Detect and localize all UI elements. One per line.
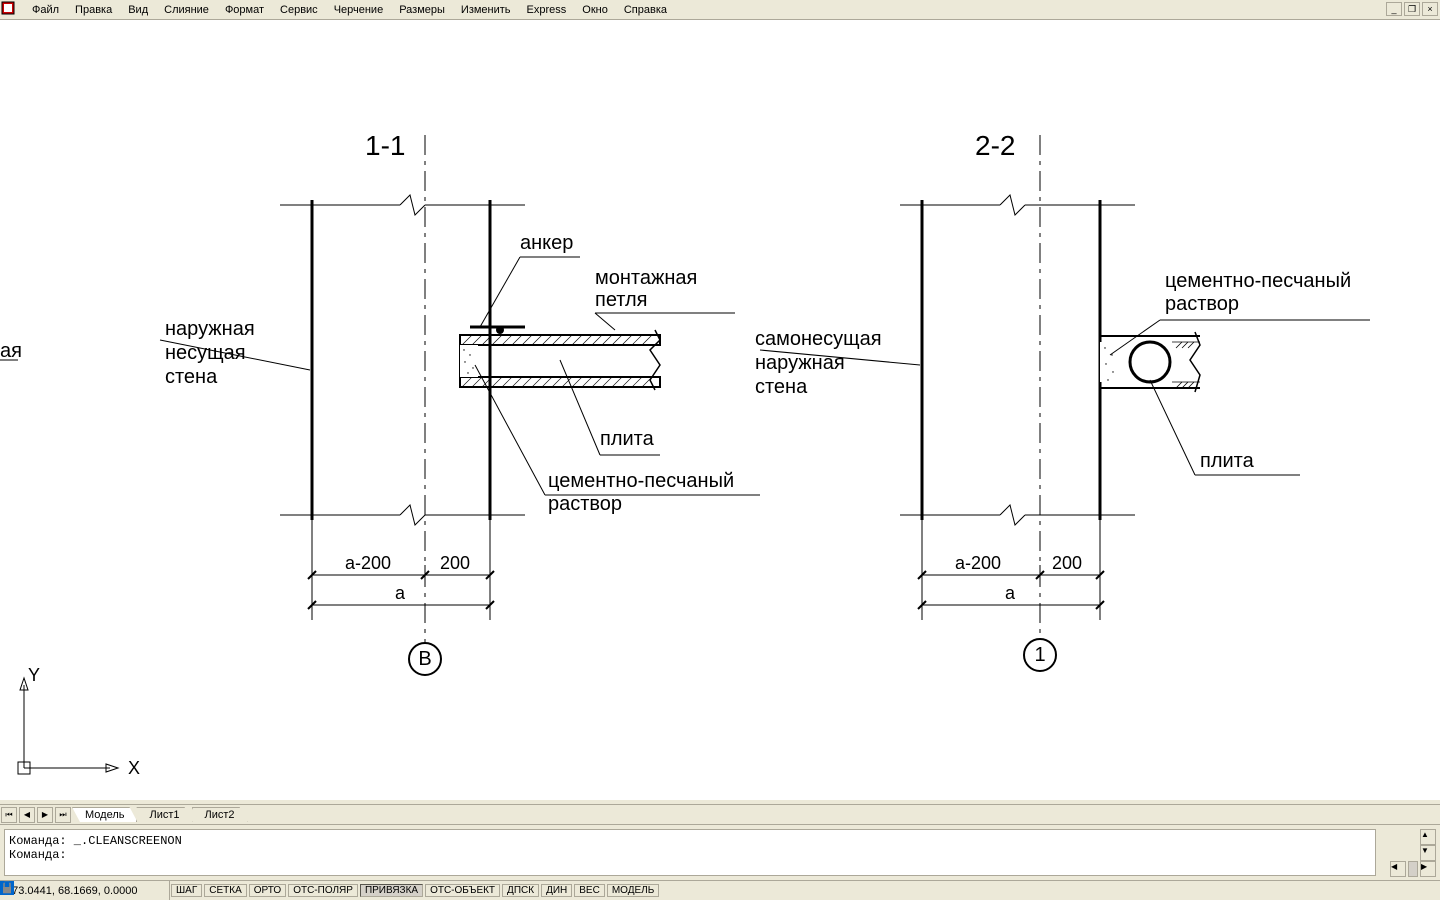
status-ducs[interactable]: ДПСК xyxy=(502,884,539,897)
tab-nav-next[interactable]: ▶ xyxy=(37,807,53,823)
cmd-scroll-up[interactable]: ▲ xyxy=(1420,829,1436,845)
axis-bubble-1: 1 xyxy=(1023,638,1057,672)
label-anchor: анкер xyxy=(520,232,573,255)
status-model[interactable]: МОДЕЛЬ xyxy=(607,884,659,897)
menu-modify[interactable]: Изменить xyxy=(453,2,519,18)
tray-icon-2[interactable] xyxy=(1368,884,1382,898)
status-lwt[interactable]: ВЕС xyxy=(574,884,605,897)
dim-1-total: a xyxy=(395,583,405,604)
tab-nav-prev[interactable]: ◀ xyxy=(19,807,35,823)
tab-layout2[interactable]: Лист2 xyxy=(192,807,248,822)
window-controls: _ ❐ × xyxy=(1386,2,1438,16)
label-partial-left: ая xyxy=(0,340,22,363)
dim-2-total: a xyxy=(1005,583,1015,604)
label-slab-1: плита xyxy=(600,428,654,451)
cmd-scroll-down[interactable]: ▼ xyxy=(1420,845,1436,861)
menu-window[interactable]: Окно xyxy=(574,2,616,18)
menu-dimensions[interactable]: Размеры xyxy=(391,2,453,18)
menu-file[interactable]: Файл xyxy=(24,2,67,18)
tab-nav-first[interactable]: ⏮ xyxy=(1,807,17,823)
restore-button[interactable]: ❐ xyxy=(1404,2,1420,16)
statusbar: 473.0441, 68.1669, 0.0000 ШАГ СЕТКА ОРТО… xyxy=(0,880,1440,900)
cmd-scroll-left[interactable]: ◀ xyxy=(1390,861,1406,877)
menu-view[interactable]: Вид xyxy=(120,2,156,18)
status-otrack[interactable]: ОТС-ОБЪЕКТ xyxy=(425,884,500,897)
tray-icon-lock[interactable] xyxy=(1404,884,1418,898)
axis-bubble-B: B xyxy=(408,642,442,676)
dim-2-left: a-200 xyxy=(955,553,1001,574)
menu-tools[interactable]: Сервис xyxy=(272,2,326,18)
status-ortho[interactable]: ОРТО xyxy=(249,884,286,897)
menu-draw[interactable]: Черчение xyxy=(326,2,392,18)
layout-tabs: ⏮ ◀ ▶ ⏭ Модель Лист1 Лист2 xyxy=(0,804,1440,824)
ucs-icon xyxy=(18,678,118,774)
app-icon xyxy=(4,2,20,18)
tray-icon-3[interactable] xyxy=(1386,884,1400,898)
tab-layout1[interactable]: Лист1 xyxy=(136,807,192,822)
drawing-svg xyxy=(0,20,1440,800)
status-coords: 473.0441, 68.1669, 0.0000 xyxy=(0,881,170,900)
label-mortar-2: цементно-песчаныйраствор xyxy=(1165,270,1351,316)
close-button[interactable]: × xyxy=(1422,2,1438,16)
label-slab-2: плита xyxy=(1200,450,1254,473)
menu-merge[interactable]: Слияние xyxy=(156,2,217,18)
menu-edit[interactable]: Правка xyxy=(67,2,120,18)
section-1-title: 1-1 xyxy=(365,130,405,162)
label-wall-2: самонесущаянаружнаястена xyxy=(755,327,882,399)
status-snap[interactable]: ШАГ xyxy=(171,884,202,897)
dim-1-right: 200 xyxy=(440,553,470,574)
tab-nav-last[interactable]: ⏭ xyxy=(55,807,71,823)
drawing-canvas[interactable]: 1-1 2-2 анкер монтажнаяпетля наружнаянес… xyxy=(0,20,1440,800)
status-tray xyxy=(1350,884,1440,898)
tab-model[interactable]: Модель xyxy=(72,807,137,822)
command-scroll: ▲ ▼ ◀ ▶ xyxy=(1380,825,1440,880)
tray-icon-1[interactable] xyxy=(1350,884,1364,898)
minimize-button[interactable]: _ xyxy=(1386,2,1402,16)
menu-express[interactable]: Express xyxy=(519,2,575,18)
label-mortar-1: цементно-песчаныйраствор xyxy=(548,470,734,516)
menubar: Файл Правка Вид Слияние Формат Сервис Че… xyxy=(0,0,1440,20)
label-wall-1: наружнаянесущаястена xyxy=(165,317,255,389)
command-area: Команда: _.CLEANSCREENON Команда: ▲ ▼ ◀ … xyxy=(0,824,1440,880)
ucs-y-label: Y xyxy=(28,665,40,686)
menu-help[interactable]: Справка xyxy=(616,2,675,18)
status-polar[interactable]: ОТС-ПОЛЯР xyxy=(288,884,358,897)
status-dyn[interactable]: ДИН xyxy=(541,884,572,897)
command-input[interactable]: Команда: _.CLEANSCREENON Команда: xyxy=(4,829,1376,876)
section-2-title: 2-2 xyxy=(975,130,1015,162)
cmd-scroll-right[interactable]: ▶ xyxy=(1420,861,1436,877)
status-grid[interactable]: СЕТКА xyxy=(204,884,247,897)
label-loop: монтажнаяпетля xyxy=(595,267,697,311)
status-osnap[interactable]: ПРИВЯЗКА xyxy=(360,884,423,897)
dim-1-left: a-200 xyxy=(345,553,391,574)
dim-2-right: 200 xyxy=(1052,553,1082,574)
cmd-scroll-track[interactable] xyxy=(1408,861,1418,877)
ucs-x-label: X xyxy=(128,758,140,779)
menu-format[interactable]: Формат xyxy=(217,2,272,18)
tray-icon-cleanscreen[interactable] xyxy=(1422,884,1436,898)
